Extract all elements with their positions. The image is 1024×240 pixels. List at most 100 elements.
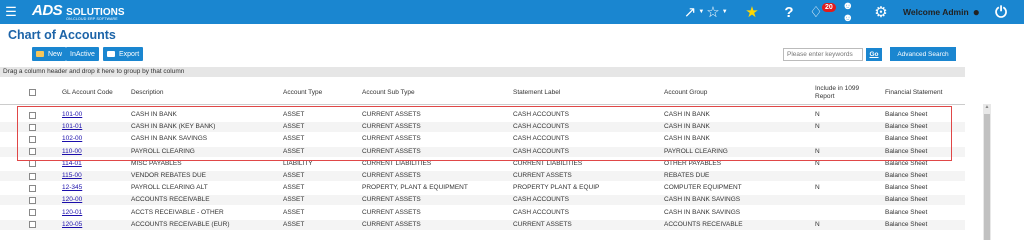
cell-account-sub-type: CURRENT ASSETS — [362, 135, 421, 143]
help-icon[interactable]: ? — [781, 0, 797, 24]
cell-account-group: CASH IN BANK SAVINGS — [664, 208, 741, 216]
col-gl-account-code[interactable]: GL Account Code — [62, 80, 113, 105]
col-include-1099[interactable]: Include in 1099 Report — [815, 80, 867, 105]
row-checkbox[interactable] — [29, 111, 36, 122]
go-button[interactable]: Go — [866, 48, 882, 61]
cell-account-group: PAYROLL CLEARING — [664, 147, 728, 155]
table-row[interactable]: 12-345 PAYROLL CLEARING ALT ASSET PROPERTY,… — [0, 183, 965, 193]
row-checkbox[interactable] — [29, 196, 36, 207]
cell-gl-code[interactable]: 120-05 — [62, 220, 82, 230]
cell-account-type: ASSET — [283, 172, 305, 179]
logo[interactable]: ADS SOLUTIONS ON-CLOUD ERP SOFTWARE — [32, 2, 125, 22]
cell-account-group: CASH IN BANK — [664, 123, 710, 131]
table-row[interactable]: 110-00 PAYROLL CLEARING ASSET CURRENT ASSET… — [0, 146, 965, 158]
power-icon[interactable]: ⏻ — [992, 0, 1010, 24]
cell-include-1099: N — [815, 159, 820, 167]
table-row[interactable]: 114-01 MISC PAYABLES LIABILITY CURRENT LIAB… — [0, 159, 965, 169]
row-checkbox[interactable] — [29, 123, 36, 134]
advanced-search-button[interactable]: Advanced Search — [890, 47, 956, 61]
cell-gl-code[interactable]: 120-01 — [62, 208, 82, 218]
cell-account-type: LIABILITY — [283, 159, 313, 167]
cell-account-group: OTHER PAYABLES — [664, 159, 722, 167]
col-description[interactable]: Description — [131, 80, 164, 105]
cell-description: CASH IN BANK — [131, 111, 177, 118]
cell-account-sub-type: PROPERTY, PLANT & EQUIPMENT — [362, 184, 468, 192]
scroll-thumb[interactable] — [984, 114, 990, 240]
cell-gl-code[interactable]: 101-01 — [62, 122, 82, 132]
col-financial-statement[interactable]: Financial Statement — [885, 80, 942, 105]
cell-statement-label: PROPERTY PLANT & EQUIP — [513, 184, 600, 192]
cell-gl-code[interactable]: 120-00 — [62, 195, 82, 205]
export-button[interactable]: Export — [103, 47, 144, 61]
vertical-scrollbar[interactable]: ▲ — [983, 104, 991, 240]
scroll-up-arrow-icon[interactable]: ▲ — [983, 104, 991, 112]
inactive-button[interactable]: InActive — [66, 47, 99, 61]
cell-financial-statement: Balance Sheet — [885, 172, 928, 179]
cell-gl-code[interactable]: 114-01 — [62, 159, 82, 169]
table-row[interactable]: 120-05 ACCOUNTS RECEIVABLE (EUR) ASSET CURR… — [0, 219, 965, 231]
cell-account-type: ASSET — [283, 208, 305, 216]
cell-statement-label: CASH ACCOUNTS — [513, 196, 569, 204]
notification-count-badge: 20 — [822, 3, 836, 12]
row-checkbox[interactable] — [29, 172, 36, 183]
cell-account-sub-type: CURRENT ASSETS — [362, 220, 421, 228]
col-account-sub-type[interactable]: Account Sub Type — [362, 80, 415, 105]
cell-gl-code[interactable]: 110-00 — [62, 147, 82, 157]
cell-account-type: ASSET — [283, 135, 305, 143]
table-row[interactable]: 120-00 ACCOUNTS RECEIVABLE ASSET CURRENT AS… — [0, 195, 965, 207]
cell-account-sub-type: CURRENT ASSETS — [362, 123, 421, 131]
table-row[interactable]: 101-00 CASH IN BANK ASSET CURRENT ASSETS CAS… — [0, 110, 965, 120]
col-statement-label[interactable]: Statement Label — [513, 80, 560, 105]
table-row[interactable]: 101-01 CASH IN BANK (KEY BANK) ASSET CURREN… — [0, 122, 965, 134]
table-row[interactable]: 115-00 VENDOR REBATES DUE ASSET CURRENT ASS… — [0, 171, 965, 181]
cell-financial-statement: Balance Sheet — [885, 135, 928, 143]
cell-financial-statement: Balance Sheet — [885, 220, 928, 228]
settings-gear-icon[interactable]: ⚙ — [873, 0, 889, 24]
cell-account-sub-type: CURRENT ASSETS — [362, 196, 421, 204]
cell-account-type: ASSET — [283, 111, 305, 118]
row-checkbox[interactable] — [29, 160, 36, 170]
row-checkbox[interactable] — [29, 221, 36, 231]
cell-description: ACCOUNTS RECEIVABLE (EUR) — [131, 220, 230, 228]
cell-account-group: CASH IN BANK — [664, 135, 710, 143]
grid-header: GL Account Code Description Account Type… — [0, 80, 965, 105]
notification-bell-icon[interactable]: ♢ — [808, 0, 824, 24]
new-button[interactable]: New — [32, 47, 67, 61]
cell-gl-code[interactable]: 12-345 — [62, 183, 82, 193]
users-icon[interactable]: ☻☻ — [842, 0, 864, 24]
cell-statement-label: CURRENT ASSETS — [513, 220, 572, 228]
cell-description: PAYROLL CLEARING — [131, 147, 195, 155]
favorites-star-icon[interactable]: ☆ ▼ — [703, 0, 731, 24]
cell-financial-statement: Balance Sheet — [885, 111, 928, 118]
select-all-checkbox[interactable] — [29, 80, 36, 105]
excel-icon — [107, 51, 115, 57]
cell-account-type: ASSET — [283, 147, 305, 155]
cell-gl-code[interactable]: 115-00 — [62, 171, 82, 181]
row-checkbox[interactable] — [29, 135, 36, 146]
cell-gl-code[interactable]: 102-00 — [62, 134, 82, 144]
bookmark-star-icon[interactable]: ★ — [744, 0, 760, 24]
search-input[interactable] — [783, 48, 863, 61]
welcome-text: Welcome Admin — [903, 7, 969, 17]
menu-icon[interactable]: ☰ — [0, 4, 22, 20]
cell-financial-statement: Balance Sheet — [885, 123, 928, 131]
welcome-user[interactable]: Welcome Admin ● — [903, 0, 980, 24]
cell-gl-code[interactable]: 101-00 — [62, 110, 82, 120]
cell-account-type: ASSET — [283, 196, 305, 204]
cell-account-sub-type: CURRENT ASSETS — [362, 172, 421, 179]
cell-description: CASH IN BANK (KEY BANK) — [131, 123, 216, 131]
col-account-type[interactable]: Account Type — [283, 80, 322, 105]
row-checkbox[interactable] — [29, 209, 36, 219]
table-row[interactable]: 120-01 ACCTS RECEIVABLE - OTHER ASSET CURRE… — [0, 208, 965, 218]
cell-description: MISC PAYABLES — [131, 159, 182, 167]
cell-include-1099: N — [815, 123, 820, 131]
cell-statement-label: CASH ACCOUNTS — [513, 135, 569, 143]
col-account-group[interactable]: Account Group — [664, 80, 707, 105]
user-avatar-icon: ● — [972, 5, 980, 19]
table-row[interactable]: 102-00 CASH IN BANK SAVINGS ASSET CURRENT A… — [0, 134, 965, 144]
cell-include-1099: N — [815, 147, 820, 155]
group-by-hint[interactable]: Drag a column header and drop it here to… — [0, 67, 965, 77]
row-checkbox[interactable] — [29, 148, 36, 158]
share-icon[interactable]: ↗ ▼ — [683, 0, 705, 24]
row-checkbox[interactable] — [29, 184, 36, 195]
